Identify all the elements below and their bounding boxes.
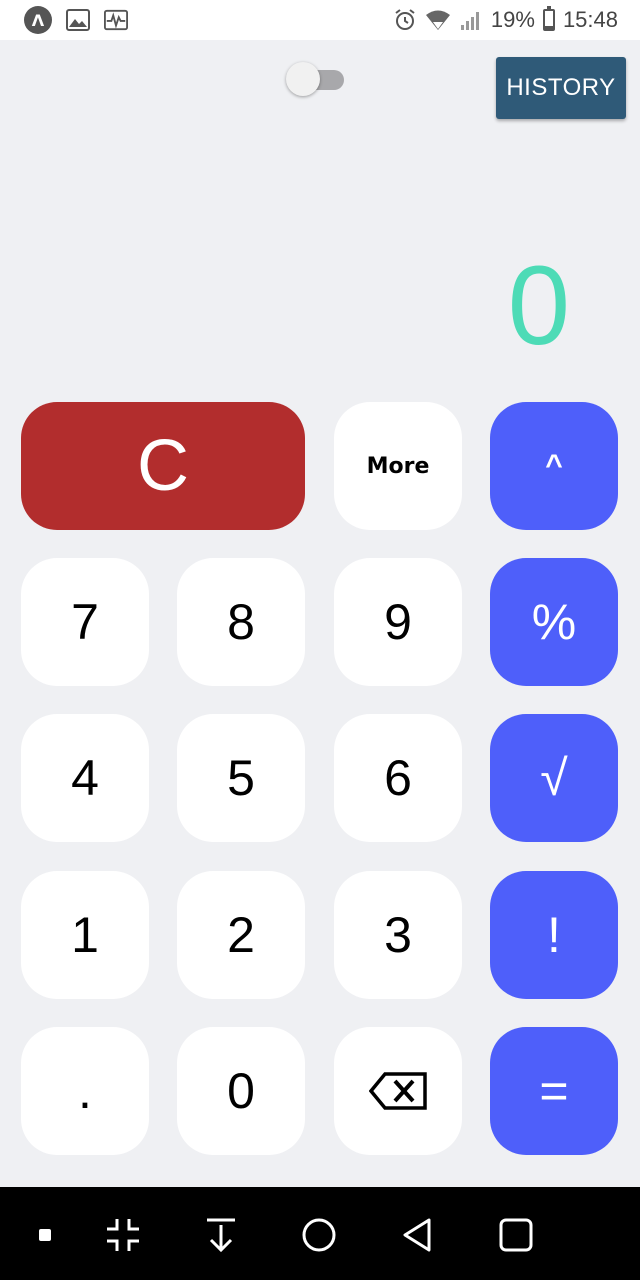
backspace-button[interactable] xyxy=(334,1027,462,1155)
battery-fill xyxy=(544,25,553,29)
alarm-icon xyxy=(395,9,415,30)
mode-toggle[interactable] xyxy=(286,62,344,96)
decimal-point-button[interactable]: . xyxy=(21,1027,149,1155)
power-button[interactable]: ^ xyxy=(490,402,618,530)
digit-2-button[interactable]: 2 xyxy=(177,871,305,999)
battery-icon xyxy=(542,6,555,31)
status-bar: Λ 19% 15:48 xyxy=(0,0,640,40)
status-right: 19% 15:48 xyxy=(393,6,618,33)
digit-5-button[interactable]: 5 xyxy=(177,714,305,842)
back-triangle-icon[interactable] xyxy=(387,1205,447,1265)
square-dot-icon[interactable] xyxy=(15,1205,75,1265)
more-button[interactable]: More xyxy=(334,402,462,530)
battery-percent: 19% xyxy=(490,7,535,32)
digit-7-button[interactable]: 7 xyxy=(21,558,149,686)
percent-button[interactable]: % xyxy=(490,558,618,686)
signal-icon xyxy=(460,12,479,30)
download-icon[interactable] xyxy=(191,1205,251,1265)
digit-4-button[interactable]: 4 xyxy=(21,714,149,842)
digit-0-button[interactable]: 0 xyxy=(177,1027,305,1155)
status-left: Λ xyxy=(24,6,128,34)
equals-button[interactable]: = xyxy=(490,1027,618,1155)
result-display: 0 xyxy=(507,243,570,368)
wifi-icon xyxy=(425,10,450,30)
recents-square-icon[interactable] xyxy=(486,1205,546,1265)
home-circle-icon[interactable] xyxy=(289,1205,349,1265)
shrink-icon[interactable] xyxy=(93,1205,153,1265)
sqrt-button[interactable]: √ xyxy=(490,714,618,842)
digit-9-button[interactable]: 9 xyxy=(334,558,462,686)
digit-3-button[interactable]: 3 xyxy=(334,871,462,999)
system-nav-bar xyxy=(0,1187,640,1280)
digit-8-button[interactable]: 8 xyxy=(177,558,305,686)
toggle-knob xyxy=(286,62,320,96)
app-badge-icon: Λ xyxy=(24,6,52,34)
clock-time: 15:48 xyxy=(562,7,618,32)
history-button[interactable]: HISTORY xyxy=(496,57,626,119)
digit-6-button[interactable]: 6 xyxy=(334,714,462,842)
factorial-button[interactable]: ! xyxy=(490,871,618,999)
digit-1-button[interactable]: 1 xyxy=(21,871,149,999)
activity-icon xyxy=(104,9,128,31)
backspace-icon xyxy=(369,1072,427,1110)
clear-button[interactable]: C xyxy=(21,402,305,530)
image-icon xyxy=(66,9,90,31)
